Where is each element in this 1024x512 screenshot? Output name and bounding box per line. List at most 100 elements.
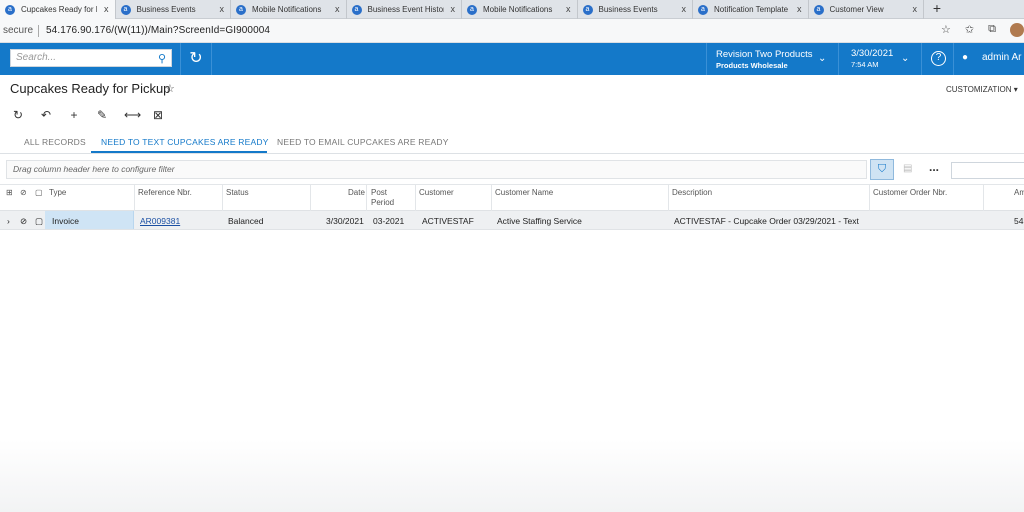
column-divider[interactable] xyxy=(366,185,367,211)
history-icon[interactable]: ↻ xyxy=(180,43,212,75)
fit-columns-icon[interactable]: ⟷ xyxy=(124,108,141,122)
edit-icon[interactable]: ✎ xyxy=(96,108,108,122)
acumatica-icon: a xyxy=(698,4,708,15)
close-icon[interactable]: x xyxy=(682,4,687,14)
column-post[interactable]: Post xyxy=(371,188,387,197)
column-customer-order-nbr[interactable]: Customer Order Nbr. xyxy=(873,188,947,197)
new-tab-button[interactable]: + xyxy=(924,0,950,19)
cell-customer[interactable]: ACTIVESTAF xyxy=(422,216,474,226)
browser-tab[interactable]: a Business Events x xyxy=(116,0,231,19)
business-time: 7:54 AM xyxy=(851,60,879,69)
cell-description[interactable]: ACTIVESTAF - Cupcake Order 03/29/2021 - … xyxy=(674,216,859,226)
cell-reference-link[interactable]: AR009381 xyxy=(140,216,180,226)
column-divider[interactable] xyxy=(415,185,416,211)
search-input[interactable]: Search... ⚲ xyxy=(10,49,172,67)
cell-type[interactable]: Invoice xyxy=(52,216,79,226)
browser-tab[interactable]: a Mobile Notifications x xyxy=(462,0,578,19)
browser-tab[interactable]: a Mobile Notifications x xyxy=(231,0,347,19)
note-icon: ▢ xyxy=(35,188,43,197)
column-reference-nbr[interactable]: Reference Nbr. xyxy=(138,188,192,197)
tab-label: Business Events xyxy=(136,5,196,14)
cell-status[interactable]: Balanced xyxy=(228,216,263,226)
tab-label: Business Event Histor xyxy=(367,5,444,14)
tab-all-records[interactable]: ALL RECORDS xyxy=(24,137,86,147)
business-date: 3/30/2021 xyxy=(851,48,894,59)
more-options-icon[interactable]: ... xyxy=(929,160,939,174)
search-placeholder: Search... xyxy=(16,52,57,63)
app-header: Search... ⚲ ↻ Revision Two Products Prod… xyxy=(0,43,1024,75)
close-icon[interactable]: x xyxy=(335,4,340,14)
settings-icon[interactable]: ⊞ xyxy=(6,188,13,197)
browser-tab[interactable]: a Cupcakes Ready for Pi x xyxy=(0,0,116,19)
column-divider[interactable] xyxy=(222,185,223,211)
url-text[interactable]: 54.176.90.176/(W(11))/Main?ScreenId=GI90… xyxy=(46,25,270,36)
search-icon[interactable]: ⚲ xyxy=(158,51,166,67)
close-icon[interactable]: x xyxy=(451,4,456,14)
browser-tab[interactable]: a Business Events x xyxy=(578,0,693,19)
column-customer[interactable]: Customer xyxy=(419,188,454,197)
tab-need-to-email[interactable]: NEED TO EMAIL CUPCAKES ARE READY xyxy=(277,137,449,147)
column-divider[interactable] xyxy=(134,185,135,211)
column-status[interactable]: Status xyxy=(226,188,249,197)
branch-selector[interactable]: Revision Two Products Products Wholesale… xyxy=(706,43,838,75)
customization-label: CUSTOMIZATION xyxy=(946,85,1012,94)
tab-bar: ALL RECORDS NEED TO TEXT CUPCAKES ARE RE… xyxy=(0,132,1024,154)
attachment-icon: ⊘ xyxy=(20,188,27,197)
filter-drop-zone[interactable]: Drag column header here to configure fil… xyxy=(6,160,867,179)
acumatica-icon: a xyxy=(582,4,593,15)
help-button[interactable]: ? xyxy=(921,43,954,75)
favorites-icon[interactable]: ✩ xyxy=(965,23,974,37)
address-bar[interactable]: secure 54.176.90.176/(W(11))/Main?Screen… xyxy=(0,19,1024,43)
close-icon[interactable]: x xyxy=(220,4,225,14)
business-date-selector[interactable]: 3/30/2021 7:54 AM ⌄ xyxy=(838,43,920,75)
expand-row-icon[interactable]: › xyxy=(7,216,10,226)
column-divider[interactable] xyxy=(491,185,492,211)
divider xyxy=(38,24,39,37)
column-date[interactable]: Date xyxy=(348,188,365,197)
cell-amount[interactable]: 54 xyxy=(1014,216,1023,226)
tab-label: Customer View xyxy=(829,5,884,14)
favorite-add-icon[interactable]: ☆ xyxy=(941,23,951,37)
acumatica-icon: a xyxy=(467,4,477,15)
column-amount[interactable]: Am xyxy=(1014,188,1024,197)
browser-tab[interactable]: a Notification Template x xyxy=(693,0,809,19)
browser-tab[interactable]: a Business Event Histor x xyxy=(347,0,462,19)
favorite-star-icon[interactable]: ☆ xyxy=(165,82,175,95)
filter-icon[interactable]: ⛉ xyxy=(870,159,894,180)
close-icon[interactable]: x xyxy=(566,4,571,14)
acumatica-icon: a xyxy=(236,4,246,15)
attachment-icon[interactable]: ⊘ xyxy=(20,216,27,227)
note-icon[interactable]: ▢ xyxy=(35,216,43,227)
column-divider[interactable] xyxy=(310,185,311,211)
tab-label: Mobile Notifications xyxy=(252,5,322,14)
active-tab-indicator xyxy=(91,151,267,153)
tab-need-to-text[interactable]: NEED TO TEXT CUPCAKES ARE READY xyxy=(101,137,269,147)
column-divider[interactable] xyxy=(668,185,669,211)
column-divider[interactable] xyxy=(983,185,984,211)
customization-menu[interactable]: CUSTOMIZATION ▾ xyxy=(946,85,1018,94)
column-divider[interactable] xyxy=(869,185,870,211)
cell-date[interactable]: 3/30/2021 xyxy=(326,216,364,226)
cell-customer-name[interactable]: Active Staffing Service xyxy=(497,216,582,226)
tab-label: Mobile Notifications xyxy=(483,5,553,14)
column-period[interactable]: Period xyxy=(371,198,394,207)
profile-avatar[interactable] xyxy=(1010,23,1024,37)
column-customer-name[interactable]: Customer Name xyxy=(495,188,553,197)
browser-tab[interactable]: a Customer View x xyxy=(809,0,924,19)
column-description[interactable]: Description xyxy=(672,188,712,197)
close-icon[interactable]: x xyxy=(913,4,918,14)
column-type[interactable]: Type xyxy=(49,188,66,197)
cell-post-period[interactable]: 03-2021 xyxy=(373,216,404,226)
table-row[interactable]: › ⊘ ▢ Invoice AR009381 Balanced 3/30/202… xyxy=(0,211,1024,230)
close-icon[interactable]: x xyxy=(104,4,109,14)
grid-header: ⊞ ⊘ ▢ Type Reference Nbr. Status Date Po… xyxy=(0,184,1024,211)
undo-icon[interactable]: ↶ xyxy=(40,108,52,122)
export-excel-icon[interactable]: ⊠ xyxy=(152,108,164,122)
add-icon[interactable]: + xyxy=(68,108,80,122)
quick-search-input[interactable] xyxy=(951,162,1024,179)
user-menu[interactable]: ● admin Ar xyxy=(962,52,1021,63)
collections-icon[interactable]: ⧉ xyxy=(988,23,996,37)
refresh-icon[interactable]: ↻ xyxy=(12,108,24,122)
acumatica-icon: a xyxy=(120,4,131,15)
close-icon[interactable]: x xyxy=(797,4,802,14)
